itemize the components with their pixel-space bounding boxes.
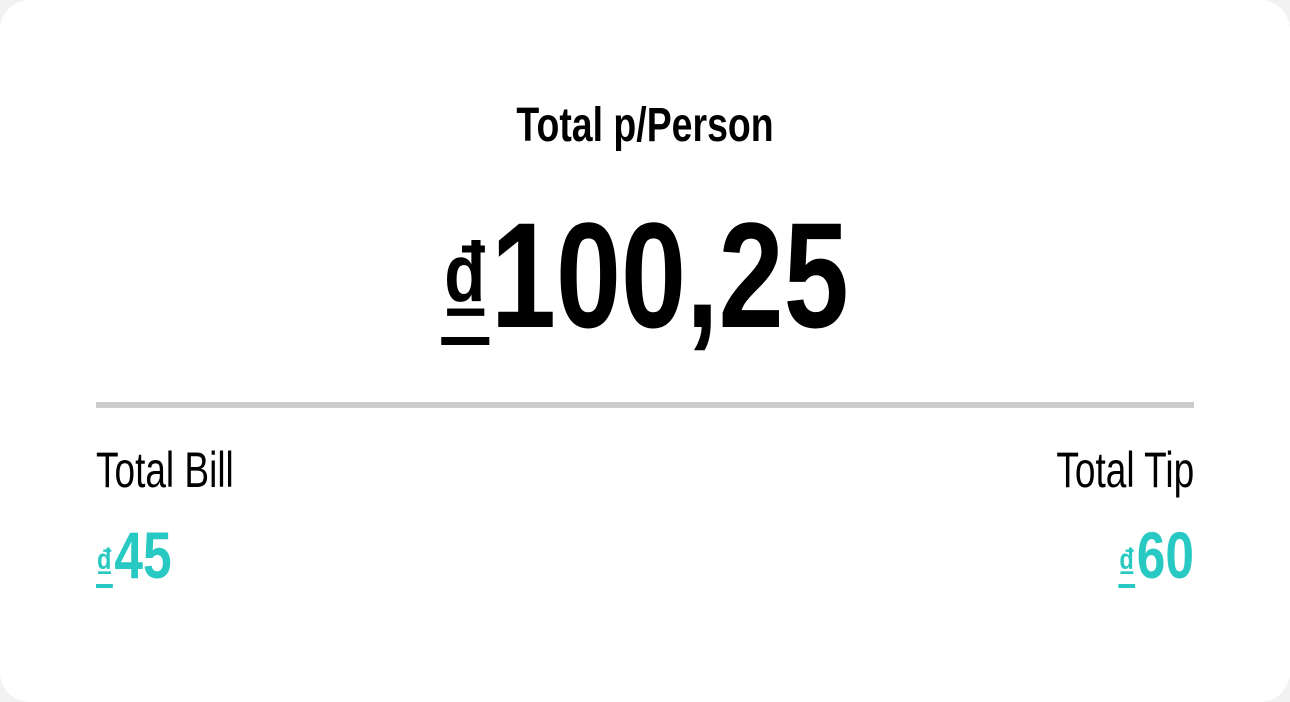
per-person-amount: 100,25 [490,191,849,359]
total-tip-amount: 60 [1136,518,1194,592]
divider [96,402,1194,408]
total-bill-amount: 45 [114,518,172,592]
total-bill-value: ₫ 45 [96,520,172,599]
total-tip-value: ₫ 60 [1118,520,1194,599]
result-card: Total p/Person ₫ 100,25 Total Bill Total… [0,0,1290,702]
per-person-total: ₫ 100,25 [142,191,1148,359]
per-person-heading: Total p/Person [516,99,774,152]
total-tip-label: Total Tip [1056,442,1194,498]
total-tip-currency: ₫ [1118,540,1136,587]
total-bill-label: Total Bill [96,442,234,498]
total-bill-currency: ₫ [96,540,113,587]
per-person-currency: ₫ [441,219,490,353]
